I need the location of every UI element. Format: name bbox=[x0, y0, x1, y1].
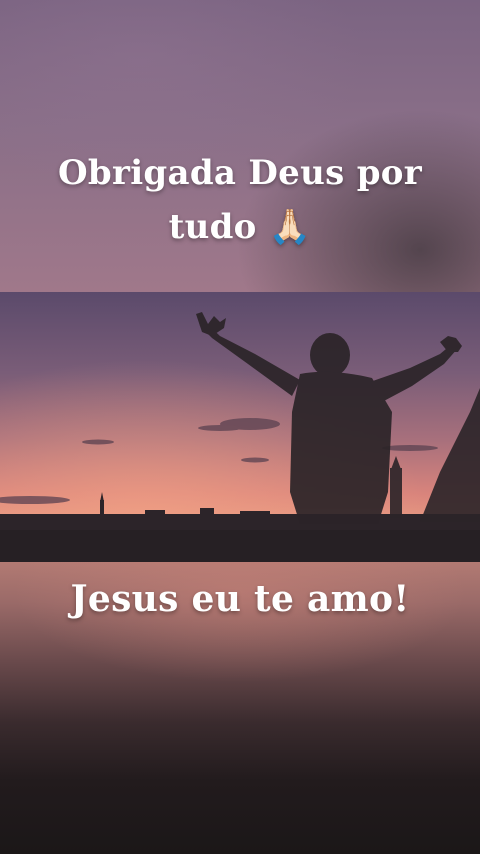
photo-scene bbox=[0, 292, 480, 562]
caption-top-text: Obrigada Deus por tudo bbox=[58, 153, 422, 247]
sunset-silhouette-photo bbox=[0, 292, 480, 562]
caption-top: Obrigada Deus por tudo 🙏🏻 bbox=[0, 146, 480, 254]
video-frame: Obrigada Deus por tudo 🙏🏻 Jesus eu te am… bbox=[0, 0, 480, 854]
foreground-shadow bbox=[0, 530, 480, 562]
praying-hands-icon: 🙏🏻 bbox=[268, 207, 312, 247]
caption-bottom: Jesus eu te amo! bbox=[70, 578, 410, 620]
